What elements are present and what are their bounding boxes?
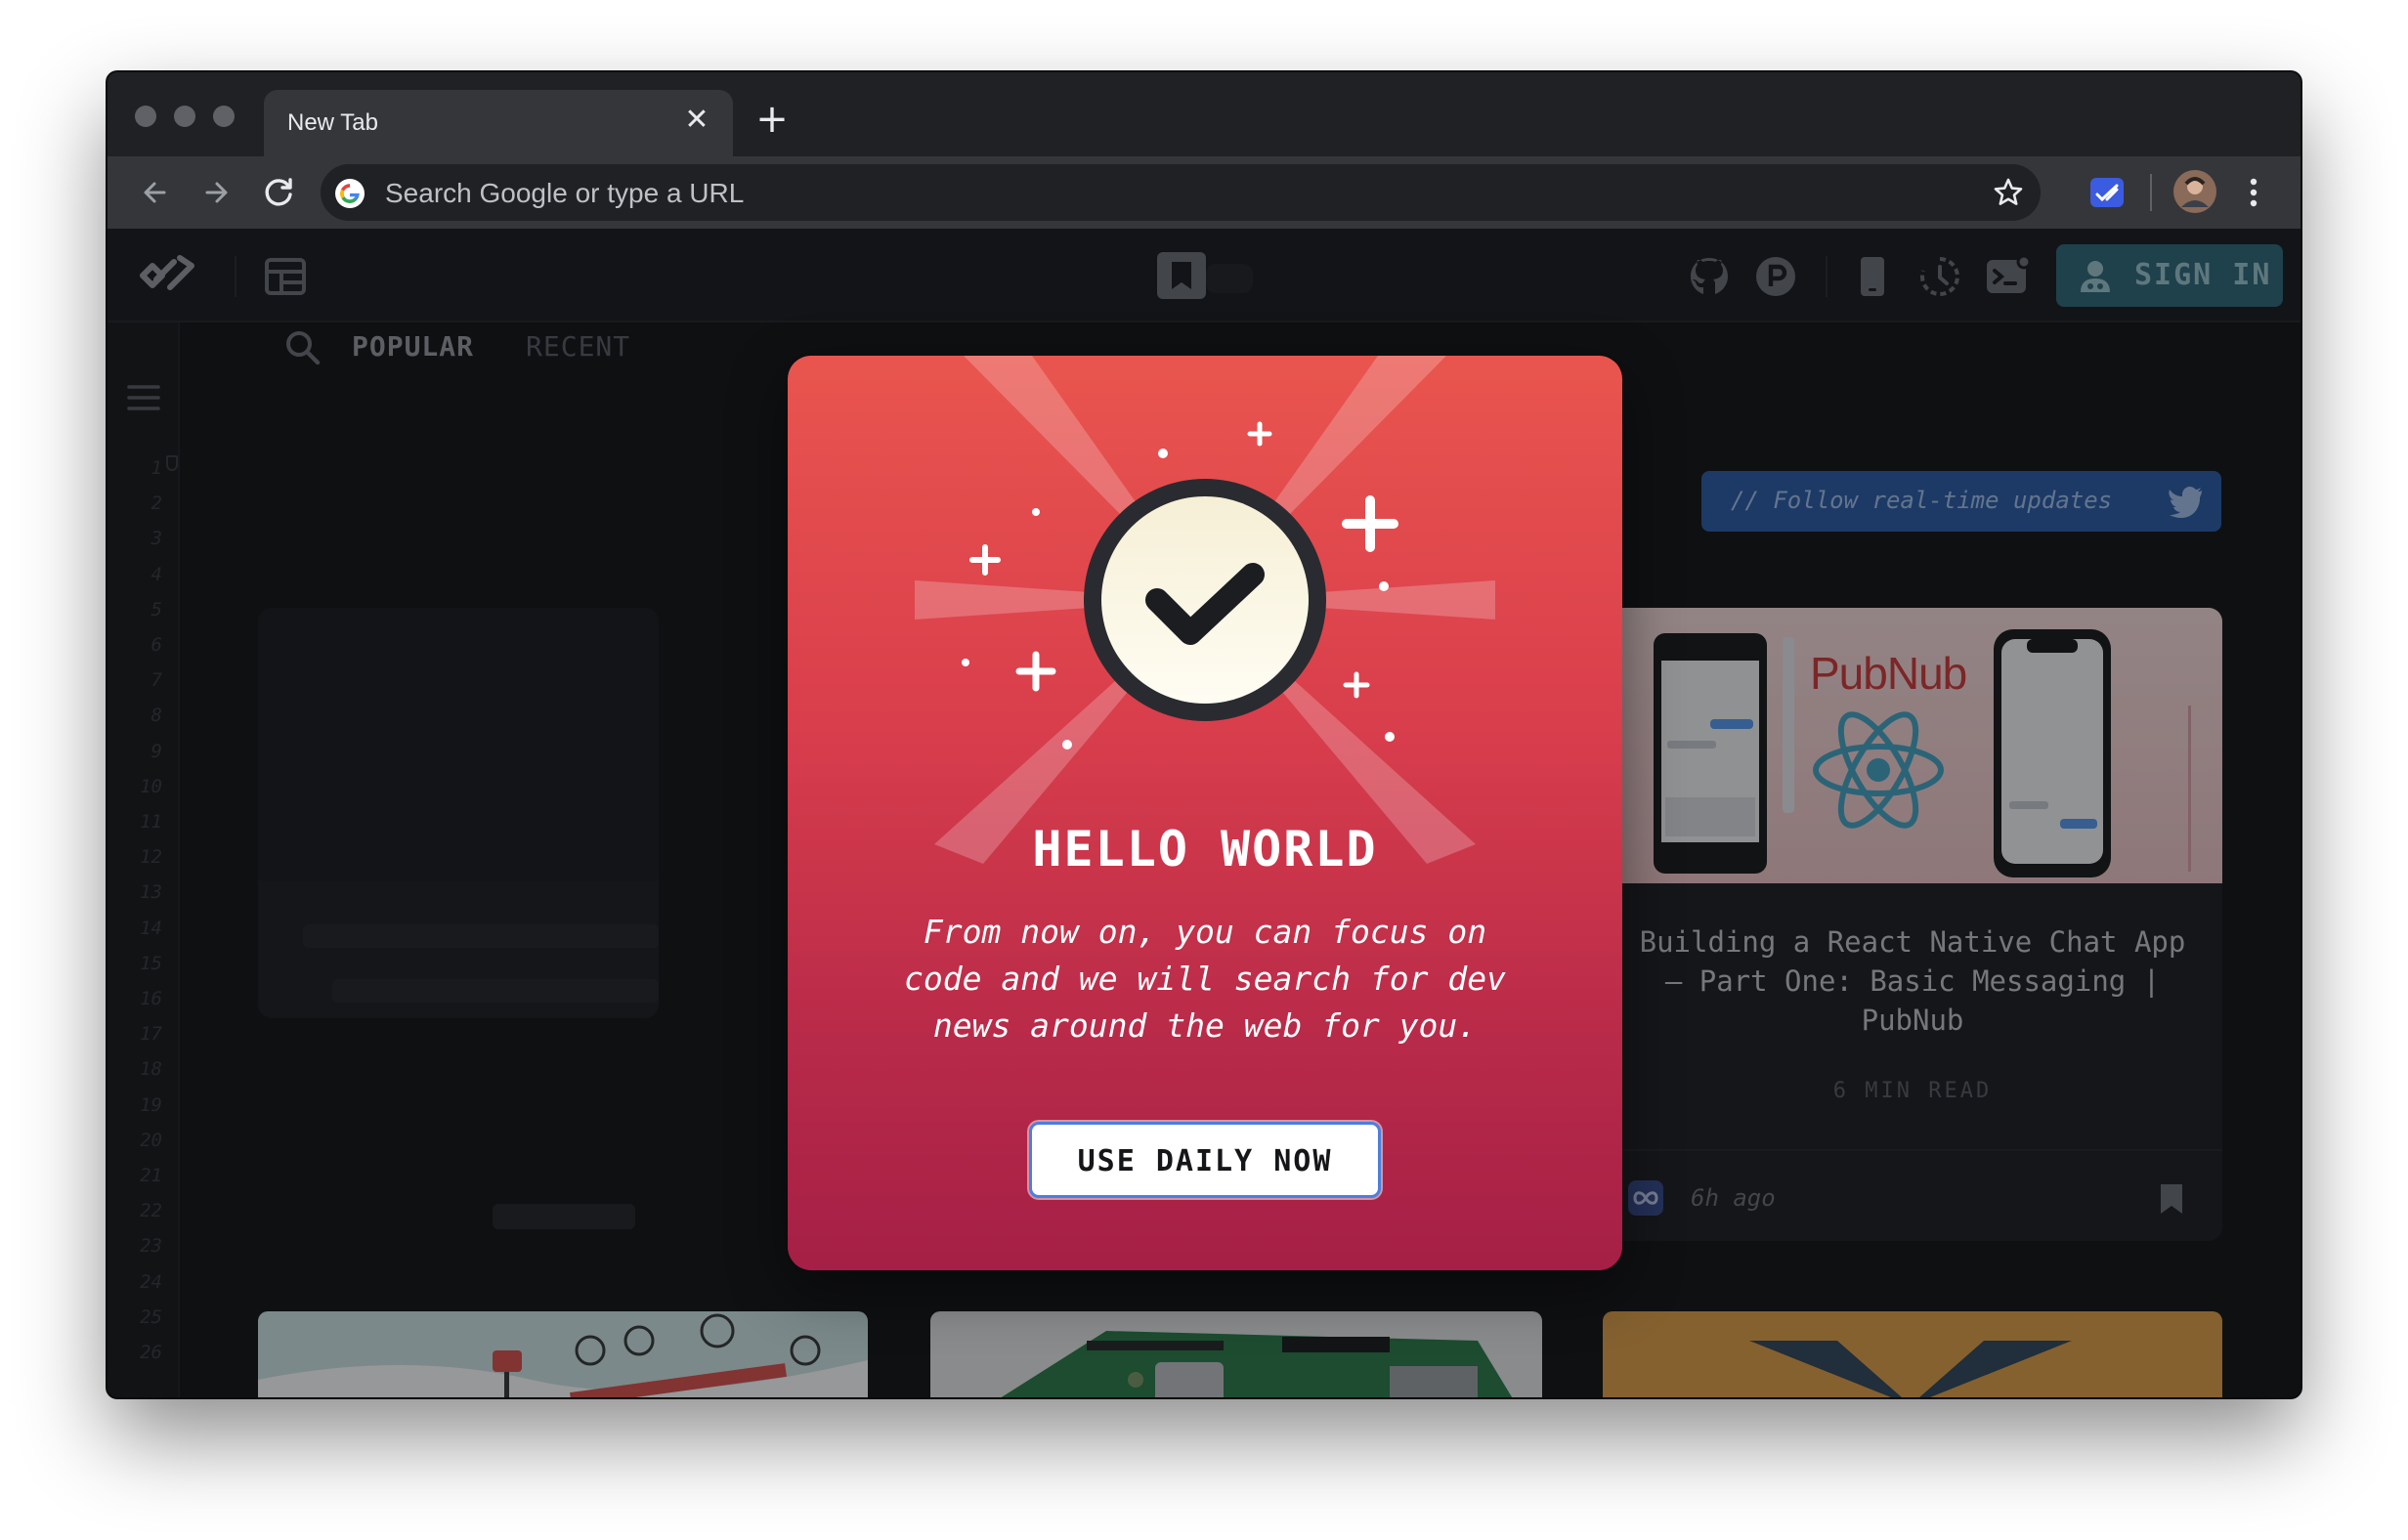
forward-icon[interactable] <box>195 172 236 213</box>
reload-icon[interactable] <box>258 172 299 213</box>
daily-extension-icon[interactable] <box>2087 173 2127 212</box>
zoom-window-button[interactable] <box>213 106 235 127</box>
google-icon <box>335 179 365 208</box>
browser-window: New Tab ✕ + Search Google or type a URL <box>108 72 2300 1397</box>
welcome-modal: HELLO WORLD From now on, you can focus o… <box>788 356 1622 1270</box>
omnibox[interactable]: Search Google or type a URL <box>321 164 2041 221</box>
use-daily-now-label: USE DAILY NOW <box>1077 1144 1333 1178</box>
tab-bar: New Tab ✕ + <box>108 72 2300 156</box>
toolbar-divider <box>2150 174 2152 211</box>
close-tab-icon[interactable]: ✕ <box>680 104 713 137</box>
modal-description: From now on, you can focus on code and w… <box>904 913 1506 1045</box>
more-icon[interactable] <box>2244 173 2263 212</box>
use-daily-now-button[interactable]: USE DAILY NOW <box>1029 1122 1381 1198</box>
back-icon[interactable] <box>135 172 176 213</box>
new-tab-button[interactable]: + <box>752 100 792 141</box>
modal-title: HELLO WORLD <box>1032 821 1378 877</box>
omnibox-placeholder: Search Google or type a URL <box>385 178 745 208</box>
browser-toolbar: Search Google or type a URL <box>108 156 2300 229</box>
star-icon[interactable] <box>1990 174 2027 211</box>
tab-title: New Tab <box>287 109 378 136</box>
profile-avatar[interactable] <box>2172 168 2218 215</box>
minimize-window-button[interactable] <box>174 106 195 127</box>
close-window-button[interactable] <box>135 106 156 127</box>
tab-new-tab[interactable]: New Tab ✕ <box>264 90 733 156</box>
